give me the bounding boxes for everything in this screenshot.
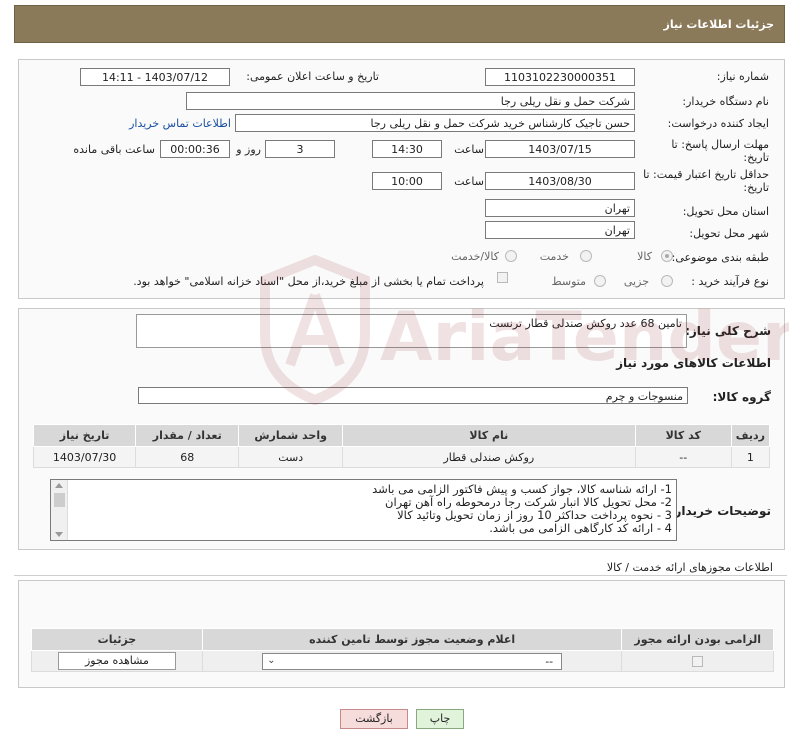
reply-time-label: ساعت — [454, 143, 484, 156]
goods-col-date: تاریخ نیاز — [32, 424, 137, 447]
permit-status-value: -- — [545, 654, 554, 668]
permits-divider — [14, 575, 787, 576]
purchase-option-minor: جزیی — [623, 275, 649, 288]
goods-col-qty: تعداد / مقدار — [135, 424, 240, 447]
print-button[interactable]: چاپ — [416, 709, 464, 729]
permits-title: اطلاعات مجوزهای ارائه خدمت / کالا — [606, 561, 773, 574]
category-option-both: کالا/خدمت — [451, 250, 499, 263]
requester-field: حسن تاجیک کارشناس خرید شرکت حمل و نقل ری… — [235, 114, 635, 132]
permits-table-header: الزامی بودن ارائه مجوز اعلام وضعیت مجوز … — [31, 628, 774, 651]
buyer-contact-link[interactable]: اطلاعات تماس خریدار — [129, 117, 231, 130]
table-row: ⌄ -- مشاهده مجوز — [31, 650, 774, 672]
need-number-label: شماره نیاز: — [716, 70, 769, 83]
back-button[interactable]: بازگشت — [340, 709, 408, 729]
goods-group-label: گروه کالا: — [712, 390, 771, 404]
goods-cell-code: -- — [634, 446, 732, 468]
permit-status-select[interactable]: ⌄ -- — [262, 652, 563, 670]
required-checkbox — [692, 656, 704, 667]
goods-table-header: ردیف کد کالا نام کالا واحد شمارش تعداد /… — [32, 424, 771, 447]
page-header: جزئیات اطلاعات نیاز — [14, 5, 785, 43]
treasury-note: پرداخت تمام یا بخشی از مبلغ خرید،از محل … — [133, 275, 484, 288]
purchase-type-label: نوع فرآیند خرید : — [691, 275, 769, 288]
announce-label: تاریخ و ساعت اعلان عمومی: — [246, 70, 379, 83]
table-row: 1 -- روکش صندلی قطار دست 68 1403/07/30 — [32, 446, 771, 468]
province-label: استان محل تحویل: — [682, 205, 769, 218]
city-label: شهر محل تحویل: — [689, 227, 769, 240]
goods-col-row: ردیف — [730, 424, 771, 447]
price-validity-label: حداقل تاریخ اعتبار قیمت: تا تاریخ: — [643, 168, 769, 194]
chevron-down-icon: ⌄ — [267, 654, 276, 666]
announce-field: 1403/07/12 - 14:11 — [80, 68, 230, 86]
purchase-radio-medium[interactable] — [594, 275, 606, 287]
goods-col-name: نام کالا — [341, 424, 636, 447]
remaining-label: ساعت باقی مانده — [73, 143, 155, 156]
goods-cell-unit: دست — [238, 446, 343, 468]
permits-details-cell: مشاهده مجوز — [31, 650, 203, 672]
permits-table: الزامی بودن ارائه مجوز اعلام وضعیت مجوز … — [31, 628, 774, 672]
buyer-notes-field[interactable]: 1- ارائه شناسه کالا، جواز کسب و پیش فاکت… — [50, 479, 677, 541]
requester-label: ایجاد کننده درخواست: — [667, 117, 769, 130]
purchase-option-medium: متوسط — [551, 275, 586, 288]
goods-section-title: اطلاعات کالاهای مورد نیاز — [616, 356, 771, 370]
category-radio-service[interactable] — [580, 250, 592, 262]
scroll-thumb[interactable] — [54, 493, 65, 507]
permits-required-cell — [621, 650, 774, 672]
reply-deadline-label: مهلت ارسال پاسخ: تا تاریخ: — [671, 138, 769, 164]
price-validity-date-field: 1403/08/30 — [485, 172, 635, 190]
buyer-note-line-4: 4 - ارائه کد کارگاهی الزامی می باشد. — [489, 521, 672, 535]
need-number-field: 1103102230000351 — [485, 68, 635, 86]
goods-cell-date: 1403/07/30 — [32, 446, 137, 468]
category-label: طبقه بندی موضوعی: — [671, 251, 769, 264]
category-option-goods: کالا — [637, 250, 652, 263]
category-radio-both[interactable] — [505, 250, 517, 262]
description-field: تامین 68 عدد روکش صندلی قطار ترنست — [136, 314, 687, 348]
days-field: 3 — [265, 140, 335, 158]
buyer-org-label: نام دستگاه خریدار: — [682, 95, 769, 108]
price-validity-time-field: 10:00 — [372, 172, 442, 190]
buyer-notes-label: توضیحات خریدار: — [669, 504, 771, 518]
goods-cell-qty: 68 — [135, 446, 240, 468]
scroll-up-icon[interactable] — [55, 483, 63, 488]
city-field: تهران — [485, 221, 635, 239]
view-permit-button[interactable]: مشاهده مجوز — [57, 652, 176, 670]
reply-time-field: 14:30 — [372, 140, 442, 158]
price-validity-time-label: ساعت — [454, 175, 484, 188]
purchase-radio-minor[interactable] — [661, 275, 673, 287]
permits-col-required: الزامی بودن ارائه مجوز — [621, 628, 774, 651]
category-option-service: خدمت — [539, 250, 569, 263]
goods-col-unit: واحد شمارش — [238, 424, 343, 447]
treasury-checkbox[interactable] — [497, 272, 508, 283]
permits-col-details: جزئیات — [31, 628, 203, 651]
days-label: روز و — [236, 143, 261, 156]
goods-col-code: کد کالا — [634, 424, 732, 447]
permits-status-cell: ⌄ -- — [201, 650, 623, 672]
buyer-notes-scrollbar[interactable] — [51, 480, 68, 540]
goods-cell-name: روکش صندلی قطار — [341, 446, 636, 468]
description-label: شرح کلی نیاز: — [685, 324, 771, 338]
goods-table: ردیف کد کالا نام کالا واحد شمارش تعداد /… — [32, 424, 771, 468]
remaining-time-field: 00:00:36 — [160, 140, 230, 158]
province-field: تهران — [485, 199, 635, 217]
page-title: جزئیات اطلاعات نیاز — [663, 18, 775, 31]
buyer-org-field: شرکت حمل و نقل ریلی رجا — [186, 92, 635, 110]
permits-col-status: اعلام وضعیت مجوز توسط تامین کننده — [201, 628, 623, 651]
reply-date-field: 1403/07/15 — [485, 140, 635, 158]
goods-cell-row: 1 — [730, 446, 771, 468]
goods-group-field: منسوجات و چرم — [138, 387, 688, 404]
scroll-down-icon[interactable] — [55, 532, 63, 537]
category-radio-goods[interactable] — [661, 250, 673, 262]
